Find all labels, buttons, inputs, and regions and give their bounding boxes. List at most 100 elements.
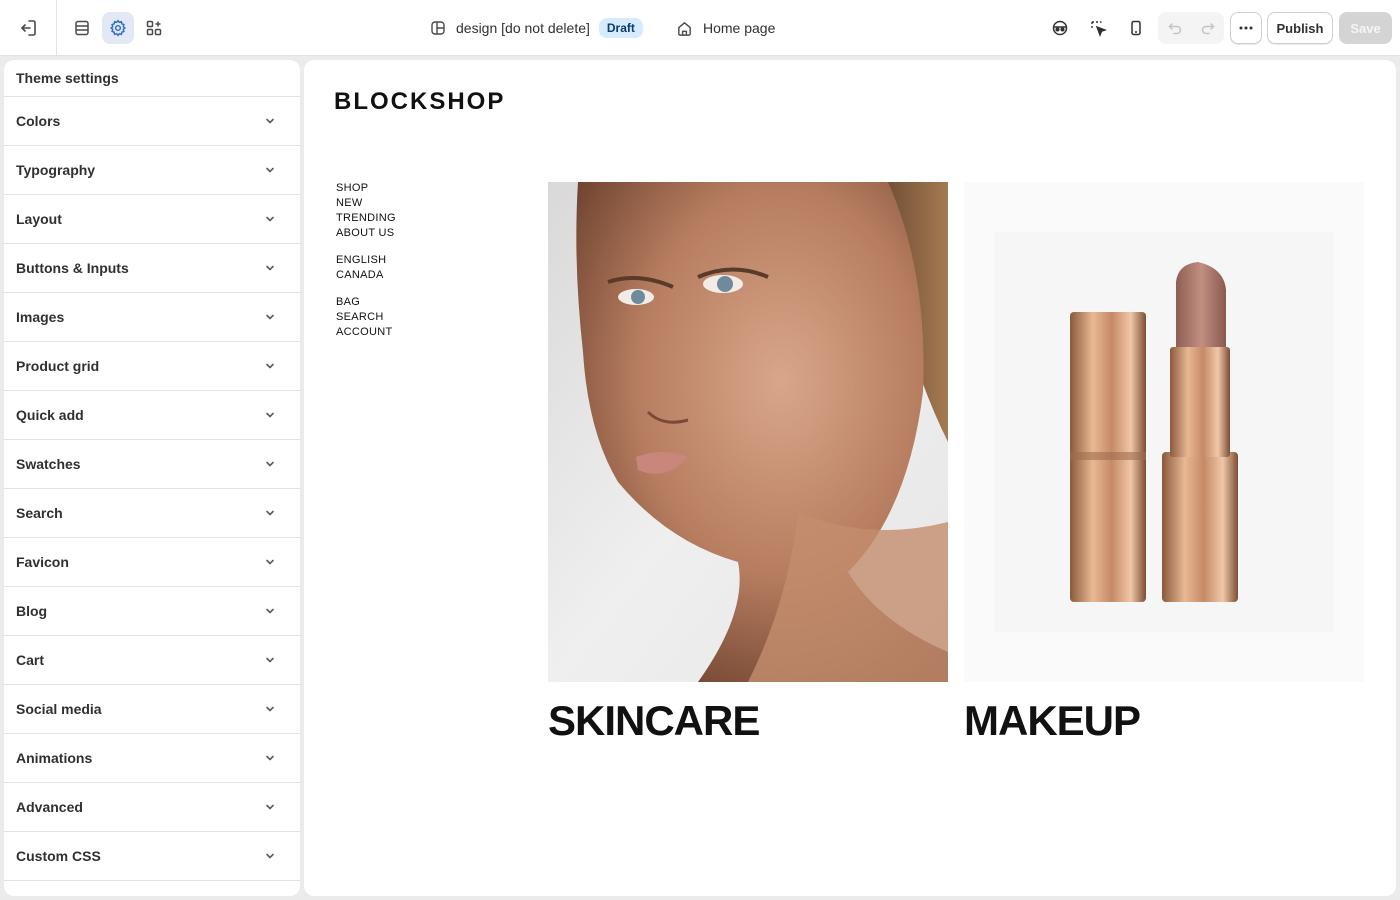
more-actions-button[interactable] [1230,12,1262,44]
save-button[interactable]: Save [1339,12,1392,44]
search-link[interactable]: SEARCH [336,310,393,325]
settings-item-label: Swatches [16,456,81,472]
chevron-down-icon [260,601,280,621]
settings-item-typography[interactable]: Typography [4,146,300,195]
chevron-down-icon [260,552,280,572]
settings-item-buttons-inputs[interactable]: Buttons & Inputs [4,244,300,293]
publish-button[interactable]: Publish [1267,12,1333,44]
chevron-down-icon [260,111,280,131]
locale-nav: ENGLISH CANADA [336,253,386,283]
settings-item-label: Layout [16,211,62,227]
layout-icon [431,21,445,35]
settings-item-animations[interactable]: Animations [4,734,300,783]
mask-icon [1052,20,1068,36]
draft-badge: Draft [598,18,643,38]
editor-topbar: design [do not delete] Draft Home page P… [0,0,1400,56]
nav-link[interactable]: NEW [336,196,396,211]
makeup-collection-image[interactable] [964,182,1364,682]
nav-link[interactable]: TRENDING [336,211,396,226]
ellipsis-icon [1239,26,1253,30]
nav-link[interactable]: ABOUT US [336,226,396,241]
chevron-down-icon [260,699,280,719]
settings-item-images[interactable]: Images [4,293,300,342]
settings-item-label: Cart [16,652,45,668]
lipstick-image [964,182,1364,682]
skincare-collection-image[interactable] [548,182,948,682]
settings-item-label: Images [16,309,65,325]
panel-title: Theme settings [4,60,300,97]
utility-nav: BAG SEARCH ACCOUNT [336,295,393,340]
exit-icon [21,20,36,36]
settings-item-custom-css[interactable]: Custom CSS [4,832,300,881]
redo-icon[interactable] [1200,20,1216,36]
chevron-down-icon [260,454,280,474]
chevron-down-icon [260,307,280,327]
chevron-down-icon [260,209,280,229]
settings-item-label: Colors [16,113,61,129]
settings-item-cart[interactable]: Cart [4,636,300,685]
chevron-down-icon [260,797,280,817]
settings-item-label: Custom CSS [16,848,101,864]
settings-list: Colors Typography Layout Buttons & Inputs Im… [4,97,300,881]
sections-button[interactable] [66,12,98,44]
settings-item-label: Animations [16,750,93,766]
settings-item-blog[interactable]: Blog [4,587,300,636]
settings-item-product-grid[interactable]: Product grid [4,342,300,391]
settings-item-layout[interactable]: Layout [4,195,300,244]
primary-nav: SHOP NEW TRENDING ABOUT US [336,181,396,241]
apps-button[interactable] [138,12,170,44]
cursor-select-icon [1091,21,1107,37]
portrait-image [548,182,948,682]
home-icon [678,21,691,36]
sections-icon [75,20,89,36]
storefront-preview: BLOCKSHOP SHOP NEW TRENDING ABOUT US ENG… [304,60,1396,896]
settings-item-label: Product grid [16,358,100,374]
chevron-down-icon [260,258,280,278]
chevron-down-icon [260,405,280,425]
gear-icon [109,19,127,37]
apps-icon [146,20,162,36]
settings-item-social-media[interactable]: Social media [4,685,300,734]
theme-settings-button[interactable] [102,12,134,44]
theme-settings-panel: Theme settings Colors Typography Layout But… [4,60,300,896]
settings-item-favicon[interactable]: Favicon [4,538,300,587]
mobile-icon [1131,20,1141,36]
chevron-down-icon [260,356,280,376]
country-selector[interactable]: CANADA [336,268,386,283]
select-element-button[interactable] [1082,12,1114,44]
chevron-down-icon [260,503,280,523]
settings-item-search[interactable]: Search [4,489,300,538]
skincare-title[interactable]: SKINCARE [548,697,760,745]
inspector-button[interactable] [1044,12,1076,44]
nav-link[interactable]: SHOP [336,181,396,196]
settings-item-label: Advanced [16,799,83,815]
theme-selector[interactable]: design [do not delete] Draft [430,0,643,56]
exit-button[interactable] [0,0,57,56]
settings-item-label: Blog [16,603,48,619]
undo-redo-group [1158,12,1224,44]
page-selector[interactable]: Home page [676,0,775,56]
chevron-down-icon [260,160,280,180]
settings-item-label: Search [16,505,63,521]
undo-icon[interactable] [1167,20,1183,36]
settings-item-label: Typography [16,162,96,178]
settings-item-label: Quick add [16,407,84,423]
store-logo[interactable]: BLOCKSHOP [334,88,505,116]
settings-item-label: Favicon [16,554,69,570]
page-name: Home page [703,20,776,36]
chevron-down-icon [260,748,280,768]
chevron-down-icon [260,650,280,670]
settings-item-advanced[interactable]: Advanced [4,783,300,832]
chevron-down-icon [260,846,280,866]
settings-item-label: Social media [16,701,102,717]
bag-link[interactable]: BAG [336,295,393,310]
language-selector[interactable]: ENGLISH [336,253,386,268]
settings-item-colors[interactable]: Colors [4,97,300,146]
account-link[interactable]: ACCOUNT [336,325,393,340]
theme-name: design [do not delete] [456,20,590,36]
makeup-title[interactable]: MAKEUP [964,697,1141,745]
settings-item-label: Buttons & Inputs [16,260,129,276]
mobile-preview-button[interactable] [1120,12,1152,44]
settings-item-quick-add[interactable]: Quick add [4,391,300,440]
settings-item-swatches[interactable]: Swatches [4,440,300,489]
